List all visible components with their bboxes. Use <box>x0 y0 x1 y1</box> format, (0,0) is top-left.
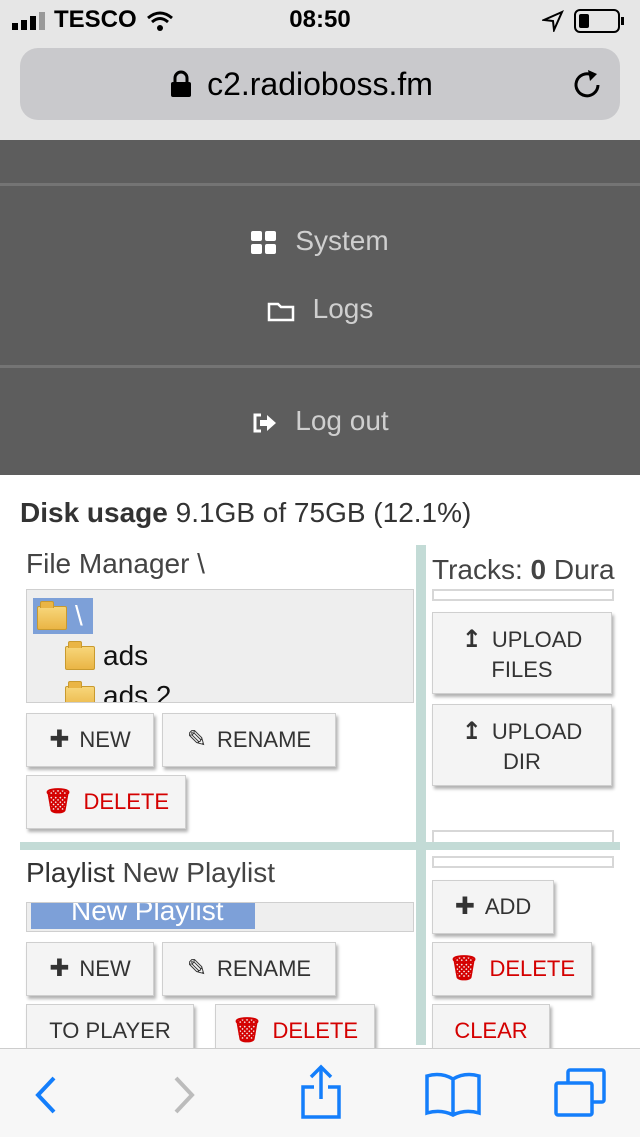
vertical-splitter[interactable] <box>416 545 426 1045</box>
button-label: UPLOAD <box>491 627 583 652</box>
nav-menu: System Logs Log out <box>0 140 640 475</box>
playlist-label: Playlist <box>26 857 115 888</box>
upload-dir-button[interactable]: ↥ UPLOAD DIR <box>432 704 612 786</box>
playlist-item-label: New Playlist <box>71 902 224 926</box>
button-label: DELETE <box>83 789 170 814</box>
menu-item-label: Log out <box>295 405 389 436</box>
sign-out-icon <box>253 413 277 433</box>
button-label-line2: DIR <box>503 749 541 774</box>
share-icon[interactable] <box>298 1063 344 1121</box>
trash-icon: 🗑 <box>42 788 74 815</box>
url-text: c2.radioboss.fm <box>207 66 433 102</box>
tree-item-label: \ <box>75 600 83 631</box>
button-label: NEW <box>79 727 131 752</box>
bookmarks-icon[interactable] <box>424 1071 482 1117</box>
track-box-edge <box>432 830 614 842</box>
button-label: UPLOAD <box>491 719 583 744</box>
status-bar: TESCO 08:50 <box>0 0 640 40</box>
browser-toolbar <box>0 1048 640 1137</box>
folder-icon <box>267 302 294 321</box>
trash-icon: 🗑 <box>448 955 480 982</box>
button-label: NEW <box>79 956 131 981</box>
tree-item-label: ads 2 <box>103 680 172 703</box>
delete-track-button[interactable]: 🗑 DELETE <box>432 942 592 996</box>
menu-divider <box>0 365 640 368</box>
button-label: TO PLAYER <box>49 1018 171 1043</box>
playlist-new-button[interactable]: ✚ NEW <box>26 942 154 996</box>
menu-item-label: System <box>295 225 389 256</box>
location-arrow-icon <box>542 10 564 32</box>
tracks-count: 0 <box>530 554 547 585</box>
button-label: DELETE <box>272 1018 359 1043</box>
button-label: DELETE <box>489 956 576 981</box>
tabs-icon[interactable] <box>552 1067 608 1119</box>
battery-icon <box>574 9 624 33</box>
upload-icon: ↥ <box>461 718 482 745</box>
playlist-item-selected[interactable]: New Playlist <box>31 903 255 929</box>
tree-item-ads[interactable]: ads <box>65 640 148 672</box>
file-delete-button[interactable]: 🗑 DELETE <box>26 775 186 829</box>
tracks-label: Tracks: <box>432 554 523 585</box>
duration-label: Dura <box>553 554 615 585</box>
plus-icon: ✚ <box>454 893 475 920</box>
menu-divider <box>0 183 640 186</box>
upload-files-button[interactable]: ↥ UPLOAD FILES <box>432 612 612 694</box>
button-label: RENAME <box>216 727 312 752</box>
disk-usage-label: Disk usage <box>20 497 168 528</box>
pencil-icon: ✎ <box>186 955 207 982</box>
folder-open-icon <box>37 600 67 630</box>
tracks-info: Tracks: 0 Dura <box>432 554 615 586</box>
button-label: RENAME <box>216 956 312 981</box>
forward-arrow-icon[interactable] <box>170 1075 200 1115</box>
address-bar[interactable]: c2.radioboss.fm <box>20 48 620 120</box>
button-label-line2: FILES <box>491 657 553 682</box>
disk-usage: Disk usage 9.1GB of 75GB (12.1%) <box>20 497 471 529</box>
reload-icon[interactable] <box>570 68 604 102</box>
plus-icon: ✚ <box>49 955 70 982</box>
track-list-box[interactable] <box>432 589 614 601</box>
tree-item-ads-2[interactable]: ads 2 <box>65 680 172 703</box>
tree-item-label: ads <box>103 640 149 671</box>
disk-usage-value: 9.1GB of 75GB (12.1%) <box>175 497 472 528</box>
menu-item-logs[interactable]: Logs <box>0 293 640 325</box>
folder-tree[interactable]: \ ads ads 2 <box>26 589 414 703</box>
folder-icon <box>65 640 95 670</box>
plus-icon: ✚ <box>49 726 70 753</box>
button-label: ADD <box>484 894 532 919</box>
tree-item-root[interactable]: \ <box>33 598 93 634</box>
add-track-button[interactable]: ✚ ADD <box>432 880 554 934</box>
file-manager-title: File Manager \ <box>26 548 205 579</box>
playlist-rename-button[interactable]: ✎ RENAME <box>162 942 336 996</box>
file-new-button[interactable]: ✚ NEW <box>26 713 154 767</box>
pencil-icon: ✎ <box>186 726 207 753</box>
menu-item-logout[interactable]: Log out <box>0 405 640 437</box>
menu-item-system[interactable]: System <box>0 225 640 257</box>
playlist-title: Playlist New Playlist <box>26 857 275 889</box>
horizontal-splitter[interactable] <box>20 842 620 850</box>
playlist-name: New Playlist <box>122 857 275 888</box>
folder-icon <box>65 680 95 702</box>
playlist-list[interactable]: New Playlist <box>26 902 414 932</box>
button-label: CLEAR <box>454 1018 528 1043</box>
back-arrow-icon[interactable] <box>30 1075 60 1115</box>
menu-item-label: Logs <box>312 293 374 324</box>
trash-icon: 🗑 <box>231 1017 263 1044</box>
playlist-tracks-box[interactable] <box>432 856 614 868</box>
grid-icon <box>251 230 277 254</box>
file-rename-button[interactable]: ✎ RENAME <box>162 713 336 767</box>
upload-icon: ↥ <box>461 626 482 653</box>
